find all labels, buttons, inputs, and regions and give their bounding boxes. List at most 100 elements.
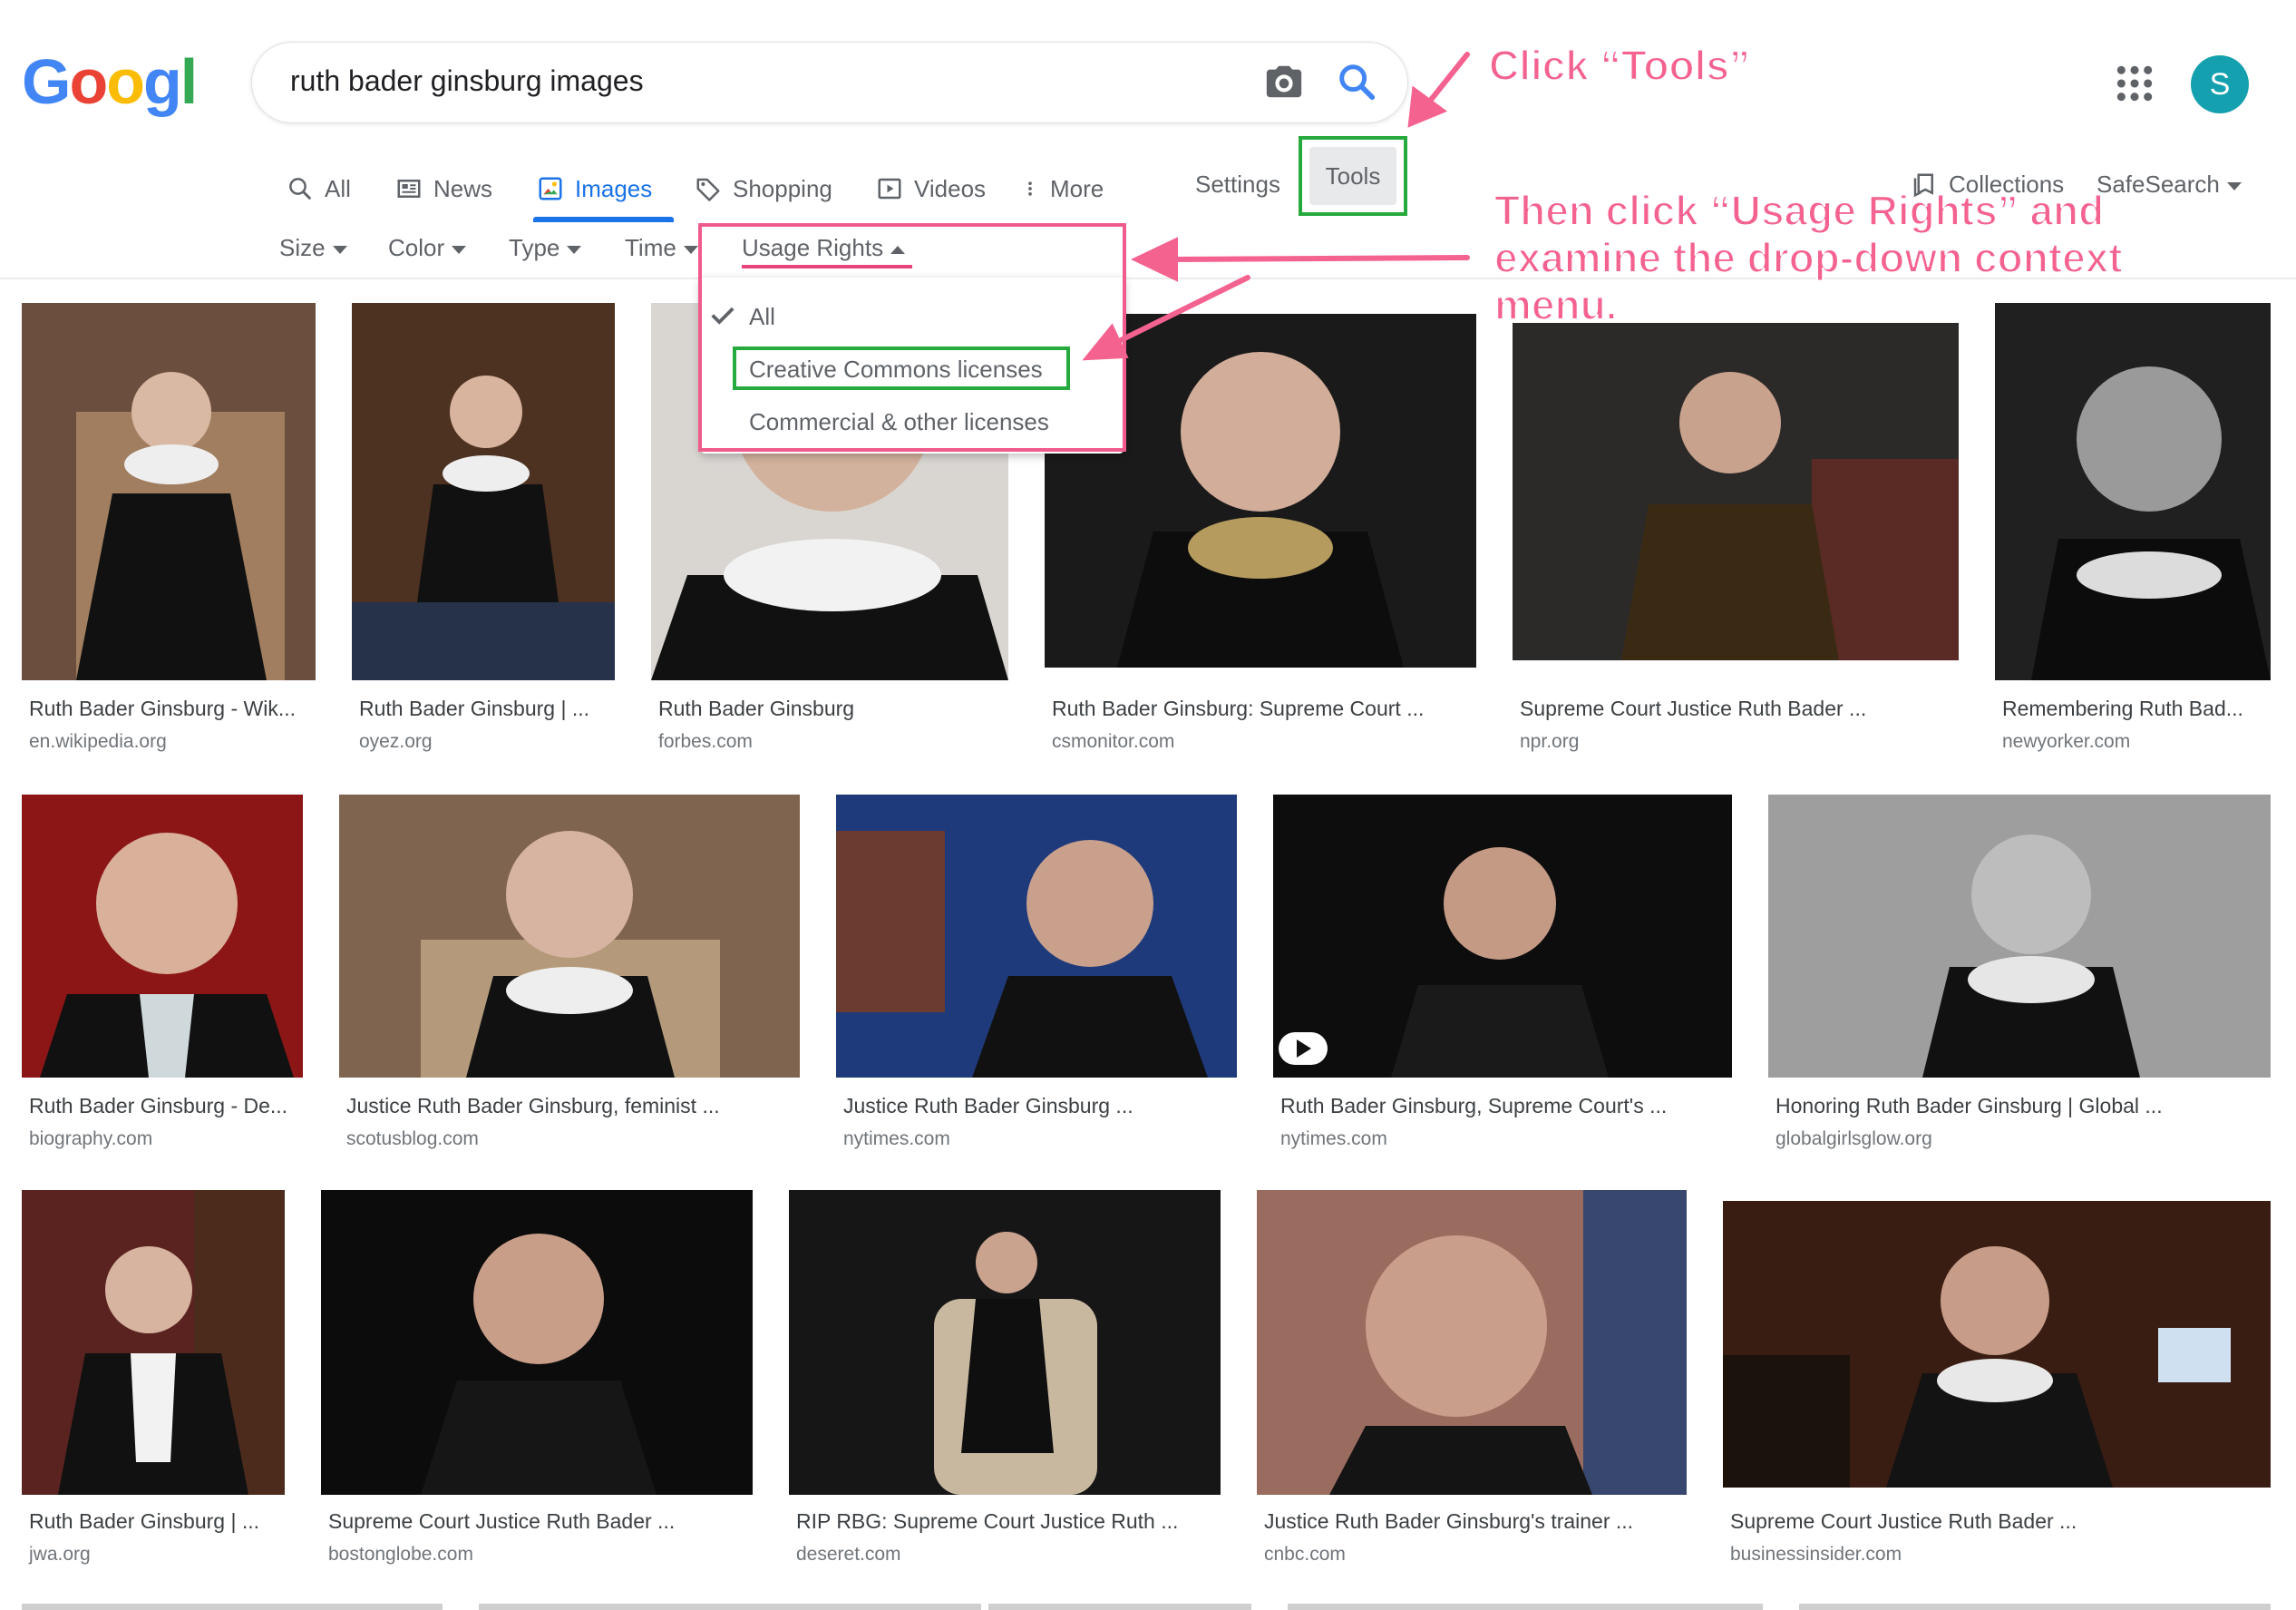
result-source[interactable]: globalgirlsglow.org <box>1776 1128 1932 1150</box>
tab-more[interactable]: More <box>1021 169 1104 209</box>
partial-thumbnail[interactable] <box>22 1604 443 1610</box>
time-filter[interactable]: Time <box>625 234 698 262</box>
tab-label: Shopping <box>733 174 832 202</box>
tools-button[interactable]: Tools <box>1309 147 1396 205</box>
images-icon <box>539 177 562 200</box>
safesearch-menu[interactable]: SafeSearch <box>2097 171 2242 199</box>
result-title[interactable]: Ruth Bader Ginsburg - Wik... <box>29 697 296 721</box>
result-thumbnail[interactable] <box>352 303 615 680</box>
result-thumbnail[interactable] <box>1273 795 1732 1078</box>
result-title[interactable]: Ruth Bader Ginsburg - De... <box>29 1094 287 1118</box>
result-title[interactable]: Justice Ruth Bader Ginsburg's trainer ..… <box>1264 1509 1633 1534</box>
settings-link[interactable]: Settings <box>1195 171 1280 199</box>
caret-down-icon <box>452 245 467 254</box>
result-source[interactable]: oyez.org <box>359 731 433 753</box>
result-title[interactable]: Ruth Bader Ginsburg, Supreme Court's ... <box>1280 1094 1667 1118</box>
result-source[interactable]: npr.org <box>1520 731 1579 753</box>
result-thumbnail[interactable] <box>22 1190 285 1495</box>
size-filter[interactable]: Size <box>279 234 347 262</box>
more-vert-icon <box>1028 181 1032 196</box>
result-title[interactable]: Supreme Court Justice Ruth Bader ... <box>328 1509 675 1534</box>
tab-all[interactable]: All <box>287 169 351 209</box>
tab-news[interactable]: News <box>395 169 492 209</box>
search-box[interactable]: ruth bader ginsburg images <box>251 42 1408 123</box>
result-title[interactable]: Supreme Court Justice Ruth Bader ... <box>1520 697 1866 721</box>
result-source[interactable]: jwa.org <box>29 1544 91 1566</box>
apps-grid-icon[interactable] <box>2116 65 2153 102</box>
color-filter[interactable]: Color <box>388 234 467 262</box>
news-icon <box>397 180 421 198</box>
annotation-step2-line1: Then click “Usage Rights” and <box>1493 186 2105 235</box>
google-logo[interactable]: Google <box>22 47 194 120</box>
result-source[interactable]: cnbc.com <box>1264 1544 1346 1566</box>
arrow-to-tools <box>1421 52 1470 112</box>
result-thumbnail[interactable] <box>1995 303 2271 680</box>
result-thumbnail[interactable] <box>22 795 303 1078</box>
result-source[interactable]: nytimes.com <box>843 1128 950 1150</box>
tag-icon <box>696 178 720 201</box>
tab-label: All <box>325 174 351 202</box>
result-source[interactable]: bostonglobe.com <box>328 1544 473 1566</box>
result-source[interactable]: biography.com <box>29 1128 152 1150</box>
tab-videos[interactable]: Videos <box>876 169 986 209</box>
result-source[interactable]: businessinsider.com <box>1730 1544 1902 1566</box>
result-source[interactable]: en.wikipedia.org <box>29 731 167 753</box>
result-source[interactable]: deseret.com <box>796 1544 901 1566</box>
result-source[interactable]: forbes.com <box>658 731 753 753</box>
result-title[interactable]: Ruth Bader Ginsburg | ... <box>359 697 589 721</box>
tab-shopping[interactable]: Shopping <box>695 169 832 209</box>
result-thumbnail[interactable] <box>321 1190 753 1495</box>
result-title[interactable]: RIP RBG: Supreme Court Justice Ruth ... <box>796 1509 1178 1534</box>
color-filter-label: Color <box>388 234 445 261</box>
caret-down-icon <box>332 245 347 254</box>
annotation-step1: Click “Tools” <box>1488 41 1751 90</box>
partial-thumbnail[interactable] <box>479 1604 981 1610</box>
search-icon[interactable] <box>1336 61 1377 102</box>
tab-images[interactable]: Images <box>537 169 652 209</box>
active-tab-indicator <box>533 217 674 222</box>
result-title[interactable]: Remembering Ruth Bad... <box>2002 697 2243 721</box>
usage-rights-highlight-box <box>698 223 1126 452</box>
video-icon <box>878 178 901 200</box>
result-title[interactable]: Honoring Ruth Bader Ginsburg | Global ..… <box>1776 1094 2163 1118</box>
result-thumbnail[interactable] <box>339 795 800 1078</box>
partial-thumbnail[interactable] <box>988 1604 1251 1610</box>
result-source[interactable]: scotusblog.com <box>346 1128 479 1150</box>
result-title[interactable]: Supreme Court Justice Ruth Bader ... <box>1730 1509 2077 1534</box>
result-thumbnail[interactable] <box>836 795 1237 1078</box>
arrow-to-usage-rights-head <box>1131 237 1178 282</box>
caret-down-icon <box>2226 181 2242 190</box>
account-avatar[interactable]: S <box>2191 55 2249 113</box>
search-input[interactable]: ruth bader ginsburg images <box>290 64 644 98</box>
type-filter[interactable]: Type <box>509 234 582 262</box>
time-filter-label: Time <box>625 234 676 261</box>
result-title[interactable]: Ruth Bader Ginsburg: Supreme Court ... <box>1052 697 1424 721</box>
result-thumbnail[interactable] <box>1513 323 1959 660</box>
camera-icon[interactable] <box>1263 61 1305 102</box>
safesearch-label: SafeSearch <box>2097 171 2220 198</box>
partial-thumbnail[interactable] <box>1288 1604 1763 1610</box>
svg-text:Google: Google <box>22 47 194 117</box>
result-thumbnail[interactable] <box>22 303 316 680</box>
result-thumbnail[interactable] <box>1723 1201 2271 1488</box>
result-title[interactable]: Justice Ruth Bader Ginsburg, feminist ..… <box>346 1094 720 1118</box>
result-thumbnail[interactable] <box>789 1190 1221 1495</box>
result-source[interactable]: nytimes.com <box>1280 1128 1387 1150</box>
result-title[interactable]: Ruth Bader Ginsburg <box>658 697 854 721</box>
tab-label: Images <box>575 174 653 202</box>
creative-commons-highlight-box <box>733 346 1070 390</box>
result-thumbnail[interactable] <box>1257 1190 1687 1495</box>
annotation-step2-line3: menu. <box>1493 280 1618 329</box>
tab-label: More <box>1050 174 1104 202</box>
result-source[interactable]: newyorker.com <box>2002 731 2130 753</box>
arrow-to-tools-head <box>1407 85 1448 128</box>
result-title[interactable]: Ruth Bader Ginsburg | ... <box>29 1509 259 1534</box>
annotation-step2-line2: examine the drop-down context <box>1493 233 2124 282</box>
tab-label: Videos <box>914 174 987 202</box>
tab-label: News <box>433 174 493 202</box>
result-source[interactable]: csmonitor.com <box>1052 731 1174 753</box>
result-title[interactable]: Justice Ruth Bader Ginsburg ... <box>843 1094 1133 1118</box>
result-thumbnail[interactable] <box>1768 795 2271 1078</box>
search-icon <box>289 178 312 200</box>
partial-thumbnail[interactable] <box>1799 1604 2271 1610</box>
